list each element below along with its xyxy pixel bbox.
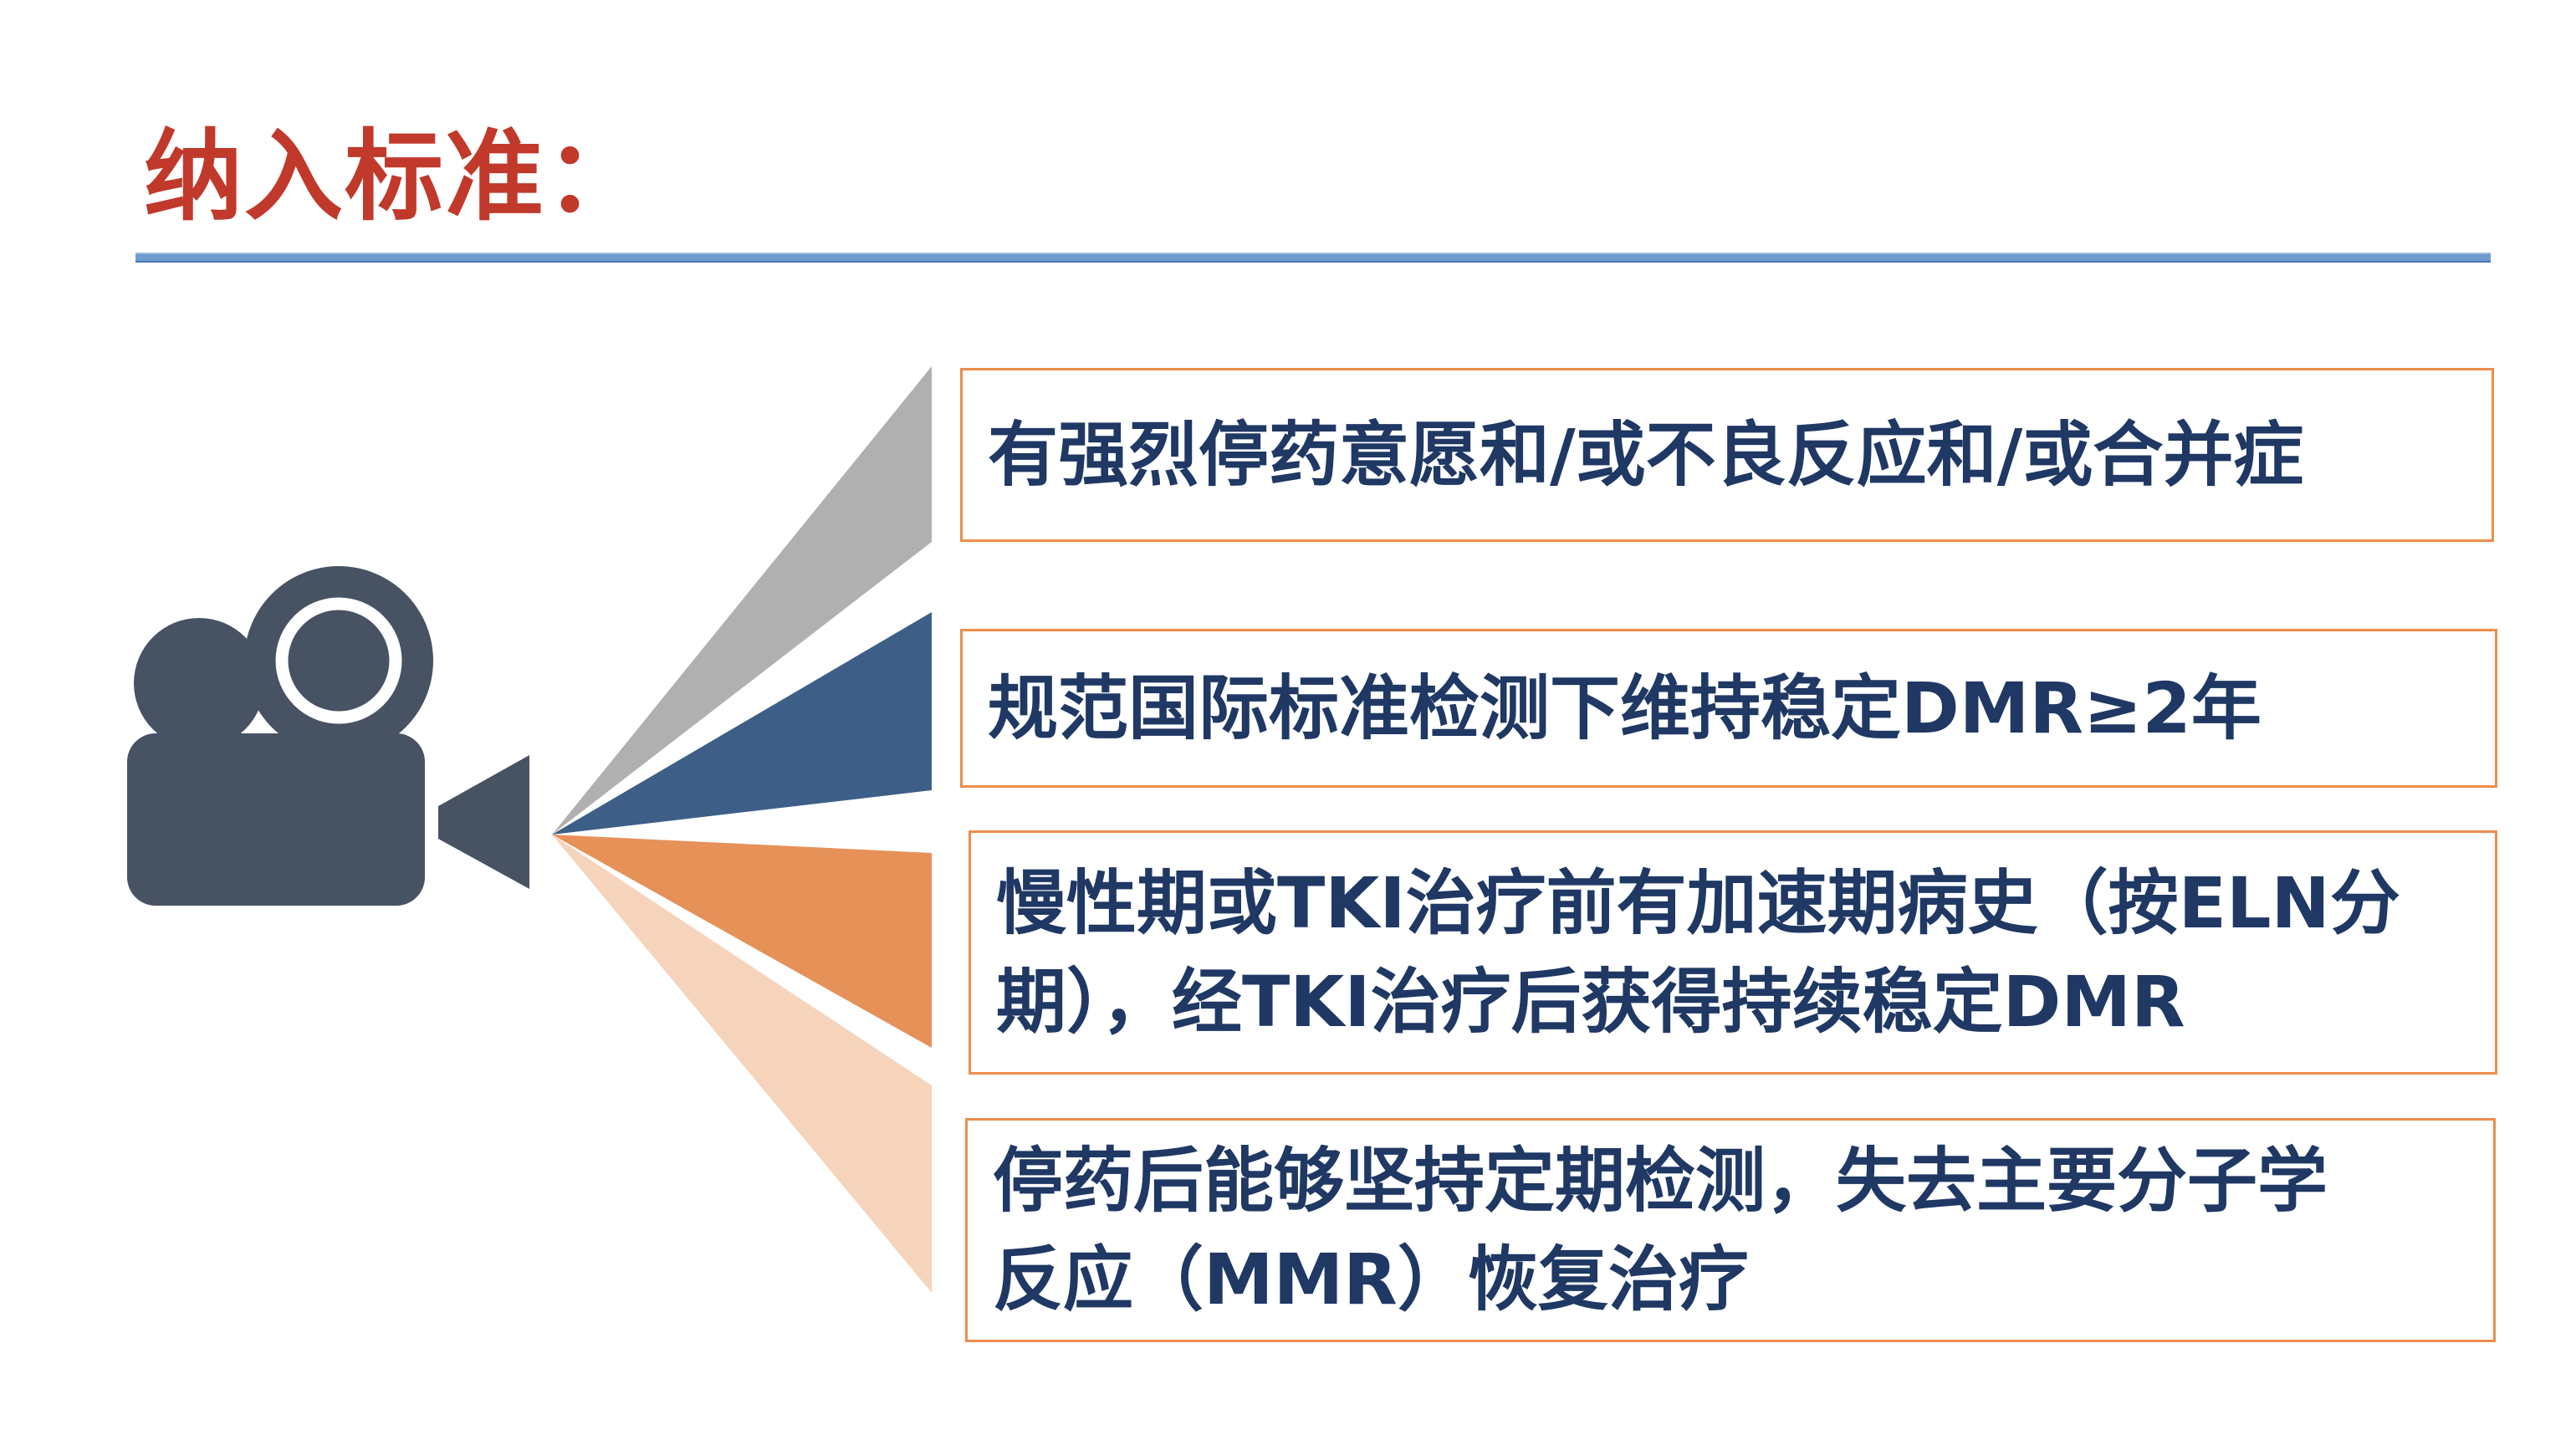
criterion-2-box: 规范国际标准检测下维持稳定DMR≥2年 [960, 629, 2497, 788]
camera-body [127, 733, 425, 906]
criterion-3-text: 慢性期或TKI治疗前有加速期病史（按ELN分 期），经TKI治疗后获得持续稳定D… [996, 862, 2400, 1043]
criterion-1-box: 有强烈停药意愿和/或不良反应和/或合并症 [960, 368, 2494, 542]
video-camera-icon [127, 566, 529, 906]
criterion-4-text: 停药后能够坚持定期检测，失去主要分子学 反应（MMR）恢复治疗 [993, 1140, 2328, 1320]
criterion-3-box: 慢性期或TKI治疗前有加速期病史（按ELN分 期），经TKI治疗后获得持续稳定D… [969, 830, 2497, 1075]
criterion-4-box: 停药后能够坚持定期检测，失去主要分子学 反应（MMR）恢复治疗 [965, 1118, 2496, 1342]
camera-small-reel [134, 618, 264, 748]
criterion-1-text: 有强烈停药意愿和/或不良反应和/或合并症 [988, 414, 2304, 496]
camera-lens [438, 755, 529, 889]
criterion-2-text: 规范国际标准检测下维持稳定DMR≥2年 [988, 667, 2262, 749]
camera-large-reel [244, 566, 433, 755]
